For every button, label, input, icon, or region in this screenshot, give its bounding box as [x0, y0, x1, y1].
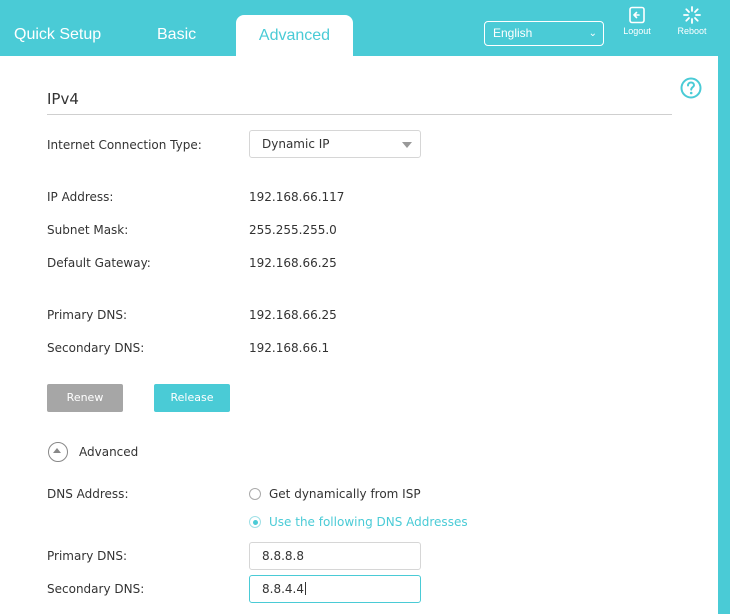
dns-address-label: DNS Address: — [47, 487, 129, 501]
section-divider — [47, 114, 672, 115]
adv-primary-dns-label: Primary DNS: — [47, 549, 128, 563]
main-panel: IPv4 Internet Connection Type: Dynamic I… — [0, 56, 718, 614]
adv-secondary-dns-label: Secondary DNS: — [47, 582, 145, 596]
top-navigation: Quick Setup Basic Advanced English ⌄ Log… — [0, 0, 730, 56]
section-title: IPv4 — [47, 90, 79, 108]
advanced-toggle-label: Advanced — [79, 445, 139, 459]
secondary-dns-label: Secondary DNS: — [47, 341, 145, 355]
ip-address-label: IP Address: — [47, 190, 114, 204]
language-value: English — [493, 26, 533, 40]
secondary-dns-input[interactable]: 8.8.4.4 — [249, 575, 421, 603]
connection-type-label: Internet Connection Type: — [47, 138, 202, 152]
reboot-button[interactable]: Reboot — [672, 6, 712, 36]
default-gateway-value: 192.168.66.25 — [249, 256, 337, 270]
radio-button[interactable] — [249, 488, 261, 500]
chevron-down-icon: ⌄ — [588, 28, 597, 39]
radio-label-isp: Get dynamically from ISP — [269, 487, 421, 501]
release-button[interactable]: Release — [154, 384, 230, 412]
reboot-icon — [683, 6, 701, 24]
primary-dns-input-value: 8.8.8.8 — [262, 549, 304, 563]
text-caret — [304, 582, 306, 595]
primary-dns-value: 192.168.66.25 — [249, 308, 337, 322]
tab-basic[interactable]: Basic — [157, 0, 196, 56]
help-icon[interactable] — [680, 77, 702, 99]
secondary-dns-value: 192.168.66.1 — [249, 341, 330, 355]
logout-button[interactable]: Logout — [617, 6, 657, 36]
radio-label-manual: Use the following DNS Addresses — [269, 515, 468, 529]
language-select[interactable]: English ⌄ — [484, 21, 604, 46]
secondary-dns-input-value: 8.8.4.4 — [262, 582, 304, 596]
primary-dns-label: Primary DNS: — [47, 308, 128, 322]
renew-button[interactable]: Renew — [47, 384, 123, 412]
tab-quick-setup[interactable]: Quick Setup — [14, 0, 101, 56]
reboot-label: Reboot — [677, 26, 707, 36]
logout-icon — [629, 6, 645, 24]
primary-dns-input[interactable]: 8.8.8.8 — [249, 542, 421, 570]
subnet-mask-value: 255.255.255.0 — [249, 223, 337, 237]
dropdown-arrow-icon — [402, 142, 412, 148]
radio-button-checked[interactable] — [249, 516, 261, 528]
logout-label: Logout — [623, 26, 651, 36]
collapse-up-icon — [48, 442, 68, 462]
tab-advanced[interactable]: Advanced — [236, 15, 353, 56]
subnet-mask-label: Subnet Mask: — [47, 223, 129, 237]
ip-address-value: 192.168.66.117 — [249, 190, 345, 204]
connection-type-value: Dynamic IP — [262, 137, 330, 151]
default-gateway-label: Default Gateway: — [47, 256, 151, 270]
connection-type-select[interactable]: Dynamic IP — [249, 130, 421, 158]
